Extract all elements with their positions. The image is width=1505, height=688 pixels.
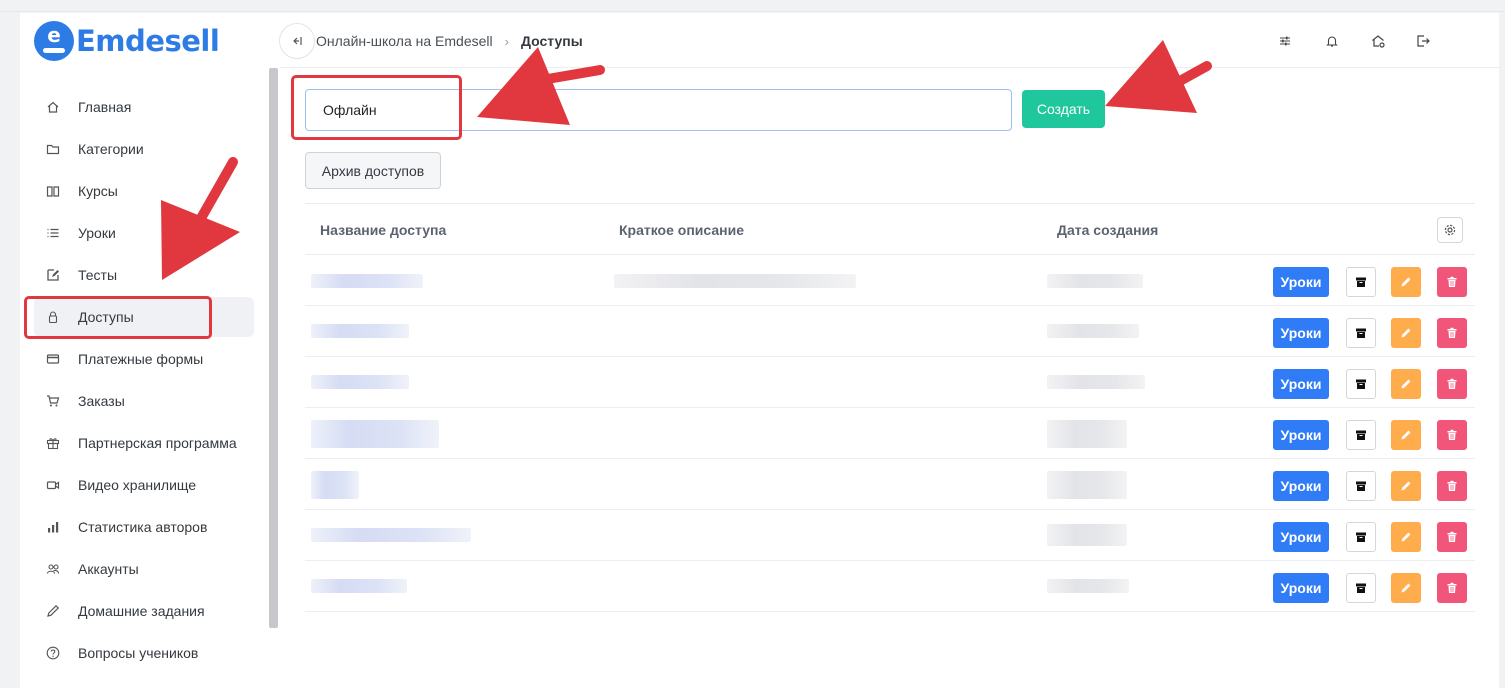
red-arrow-icon xyxy=(161,157,240,280)
red-arrow-icon xyxy=(477,47,605,125)
red-arrow-icon xyxy=(1105,40,1212,113)
annotation-arrows-overlay xyxy=(161,40,1212,280)
